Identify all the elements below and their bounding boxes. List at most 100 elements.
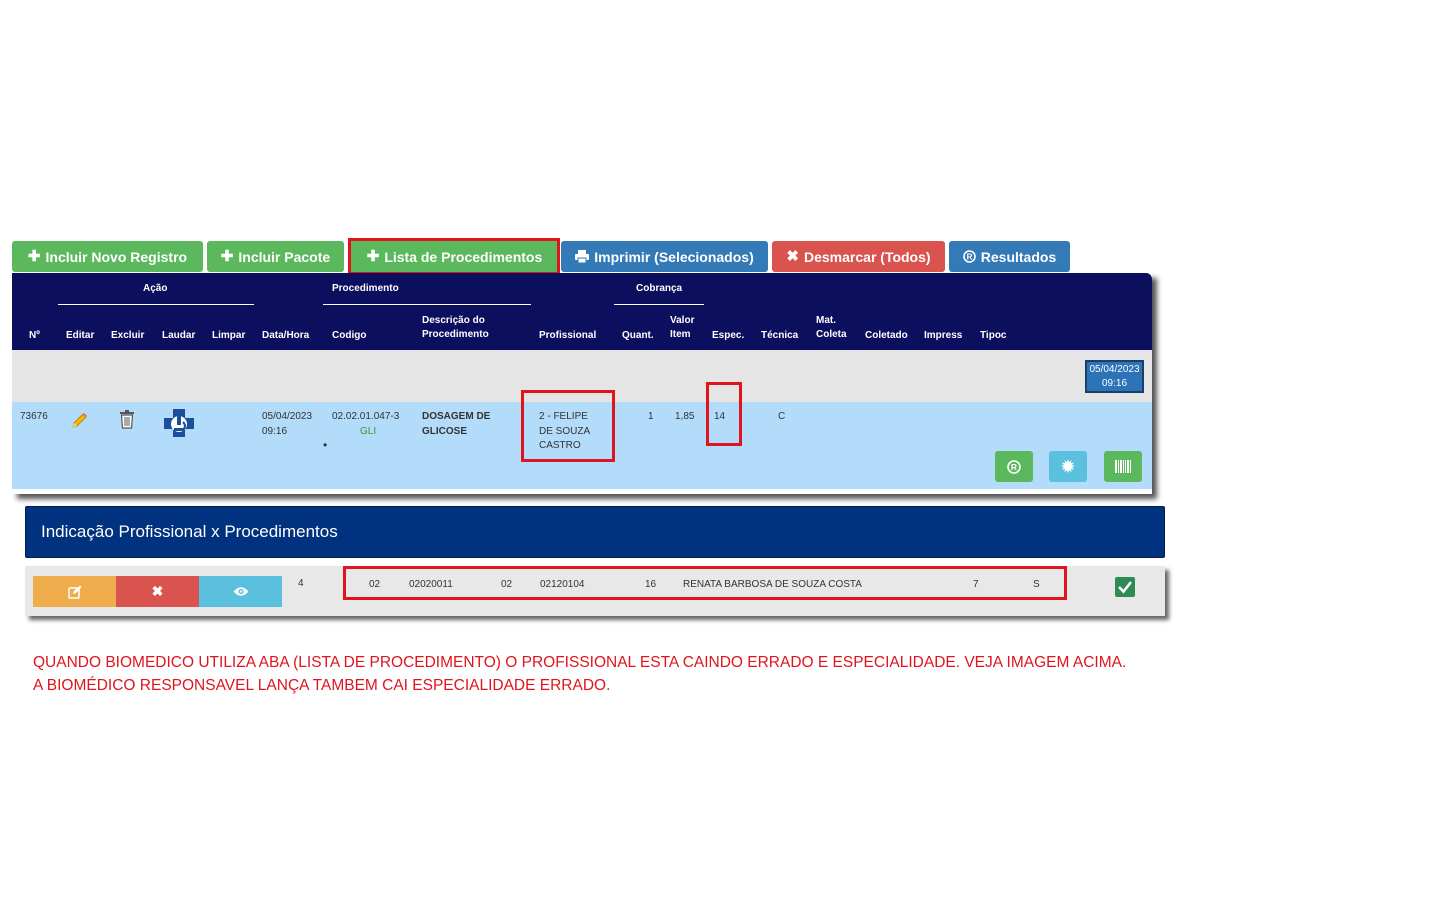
barcode-button[interactable]: [1104, 451, 1142, 482]
svg-text:R: R: [966, 253, 972, 262]
ind-edit-button[interactable]: [33, 576, 116, 607]
col-descricao[interactable]: Descrição do Procedimento: [422, 314, 489, 342]
printer-icon: [575, 250, 590, 263]
col-valor-line1: Valor: [670, 315, 695, 326]
col-excluir[interactable]: Excluir: [111, 329, 144, 343]
col-coletado[interactable]: Coletado: [865, 329, 908, 343]
row-prof-line3: CASTRO: [539, 440, 581, 451]
pencil-icon[interactable]: [70, 412, 88, 436]
row-espec: 14: [714, 411, 726, 422]
col-mat-line1: Mat.: [816, 315, 836, 326]
ind-c4: 02120104: [540, 579, 585, 590]
procedure-list-label: Lista de Procedimentos: [384, 248, 543, 265]
new-record-button[interactable]: ✚ Incluir Novo Registro: [12, 241, 203, 272]
date-group-time: 09:16: [1101, 378, 1128, 389]
results-button[interactable]: R Resultados: [949, 241, 1070, 272]
col-mat-coleta[interactable]: Mat. Coleta: [816, 314, 847, 342]
row-datetime: 05/04/2023 09:16: [262, 410, 312, 439]
group-procedimento: Procedimento: [332, 283, 399, 294]
indicacao-title: Indicação Profissional x Procedimentos: [41, 522, 338, 541]
col-descricao-line2: Procedimento: [422, 329, 489, 340]
col-espec[interactable]: Espec.: [712, 329, 744, 343]
plus-icon: ✚: [366, 248, 380, 265]
group-acao: Ação: [143, 283, 168, 294]
col-codigo[interactable]: Codigo: [332, 329, 366, 343]
row-tecnica: C: [778, 411, 786, 422]
result-action-button[interactable]: R: [995, 451, 1033, 482]
row-prof-line2: DE SOUZA: [539, 425, 591, 437]
unmark-all-button[interactable]: ✖ Desmarcar (Todos): [772, 241, 945, 272]
row-professional: 2 - FELIPE DE SOUZA CASTRO: [539, 410, 590, 454]
ind-n: 4: [298, 578, 304, 589]
col-profissional[interactable]: Profissional: [539, 329, 596, 343]
procedures-table: Ação Procedimento Cobrança Nº Editar Exc…: [12, 273, 1152, 494]
col-impress[interactable]: Impress: [924, 329, 962, 343]
unmark-all-label: Desmarcar (Todos): [804, 248, 931, 265]
row-code-tag: GLI: [360, 426, 377, 437]
ind-name: RENATA BARBOSA DE SOUZA COSTA: [683, 579, 862, 590]
include-package-label: Incluir Pacote: [238, 248, 331, 265]
ind-c2: 02020011: [409, 579, 453, 590]
col-tecnica[interactable]: Técnica: [761, 329, 798, 343]
col-limpar[interactable]: Limpar: [212, 329, 245, 343]
barcode-icon: [1115, 460, 1131, 473]
new-record-label: Incluir Novo Registro: [45, 248, 188, 265]
col-datahora[interactable]: Data/Hora: [262, 329, 309, 343]
col-valor-line2: Item: [670, 329, 691, 340]
edit-square-icon: [67, 585, 81, 599]
group-procedimento-line: [323, 304, 531, 305]
error-message-line2: A BIOMÉDICO RESPONSAVEL LANÇA TAMBEM CAI…: [33, 677, 611, 694]
ind-c6: 7: [973, 579, 979, 590]
procedure-list-button[interactable]: ✚ Lista de Procedimentos: [349, 241, 560, 272]
row-valor: 1,85: [675, 411, 695, 422]
row-prof-line1: 2 - FELIPE: [539, 411, 588, 422]
table-header: Ação Procedimento Cobrança Nº Editar Exc…: [12, 273, 1152, 350]
ind-c5: 16: [645, 579, 657, 590]
ind-c3: 02: [501, 579, 513, 590]
microscope-icon[interactable]: [163, 408, 195, 444]
row-code: 02.02.01.047-3: [332, 411, 400, 422]
row-date: 05/04/2023: [262, 411, 313, 422]
print-selected-label: Imprimir (Selecionados): [594, 248, 754, 265]
row-num: 73676: [20, 411, 48, 422]
col-valor[interactable]: Valor Item: [670, 314, 694, 342]
registered-icon: R: [1007, 459, 1021, 474]
col-editar[interactable]: Editar: [66, 329, 94, 343]
col-tipoc[interactable]: Tipoc: [980, 329, 1006, 343]
asterisk-icon: ✹: [1061, 458, 1075, 476]
times-icon: ✖: [151, 583, 164, 599]
ind-delete-button[interactable]: ✖: [116, 576, 199, 607]
date-group-date: 05/04/2023: [1089, 364, 1140, 375]
group-acao-line: [58, 304, 254, 305]
plus-icon: ✚: [27, 248, 41, 265]
col-laudar[interactable]: Laudar: [162, 329, 195, 343]
group-cobranca-line: [614, 304, 704, 305]
registered-icon: R: [962, 250, 976, 263]
col-descricao-line1: Descrição do: [422, 315, 485, 326]
date-group-row: [12, 350, 1152, 402]
print-selected-button[interactable]: Imprimir (Selecionados): [561, 241, 768, 272]
trash-icon[interactable]: [119, 409, 135, 435]
include-package-button[interactable]: ✚ Incluir Pacote: [207, 241, 344, 272]
col-num[interactable]: Nº: [29, 329, 40, 343]
svg-text:R: R: [1011, 462, 1017, 472]
ind-view-button[interactable]: [199, 576, 282, 607]
error-message: QUANDO BIOMEDICO UTILIZA ABA (LISTA DE P…: [33, 651, 1126, 697]
row-desc-line1: DOSAGEM DE: [422, 411, 491, 422]
date-group-badge[interactable]: 05/04/2023 09:16: [1085, 360, 1144, 393]
group-cobranca: Cobrança: [636, 283, 683, 294]
row-desc-line2: GLICOSE: [422, 425, 468, 437]
row-quant: 1: [648, 411, 654, 422]
error-message-line1: QUANDO BIOMEDICO UTILIZA ABA (LISTA DE P…: [33, 654, 1127, 671]
table-row[interactable]: 73676 05/04/2023 09:16 02.02.01.047-3 GL…: [12, 402, 1152, 489]
col-mat-line2: Coleta: [816, 329, 847, 340]
indicacao-header: Indicação Profissional x Procedimentos: [25, 506, 1165, 558]
eye-icon: [233, 587, 248, 596]
asterisk-button[interactable]: ✹: [1049, 451, 1087, 482]
col-quant[interactable]: Quant.: [622, 329, 654, 343]
times-icon: ✖: [786, 248, 799, 265]
plus-icon: ✚: [220, 248, 234, 265]
check-square-icon[interactable]: [1115, 577, 1135, 602]
ind-c1: 02: [369, 579, 381, 590]
row-time: 09:16: [262, 425, 288, 437]
